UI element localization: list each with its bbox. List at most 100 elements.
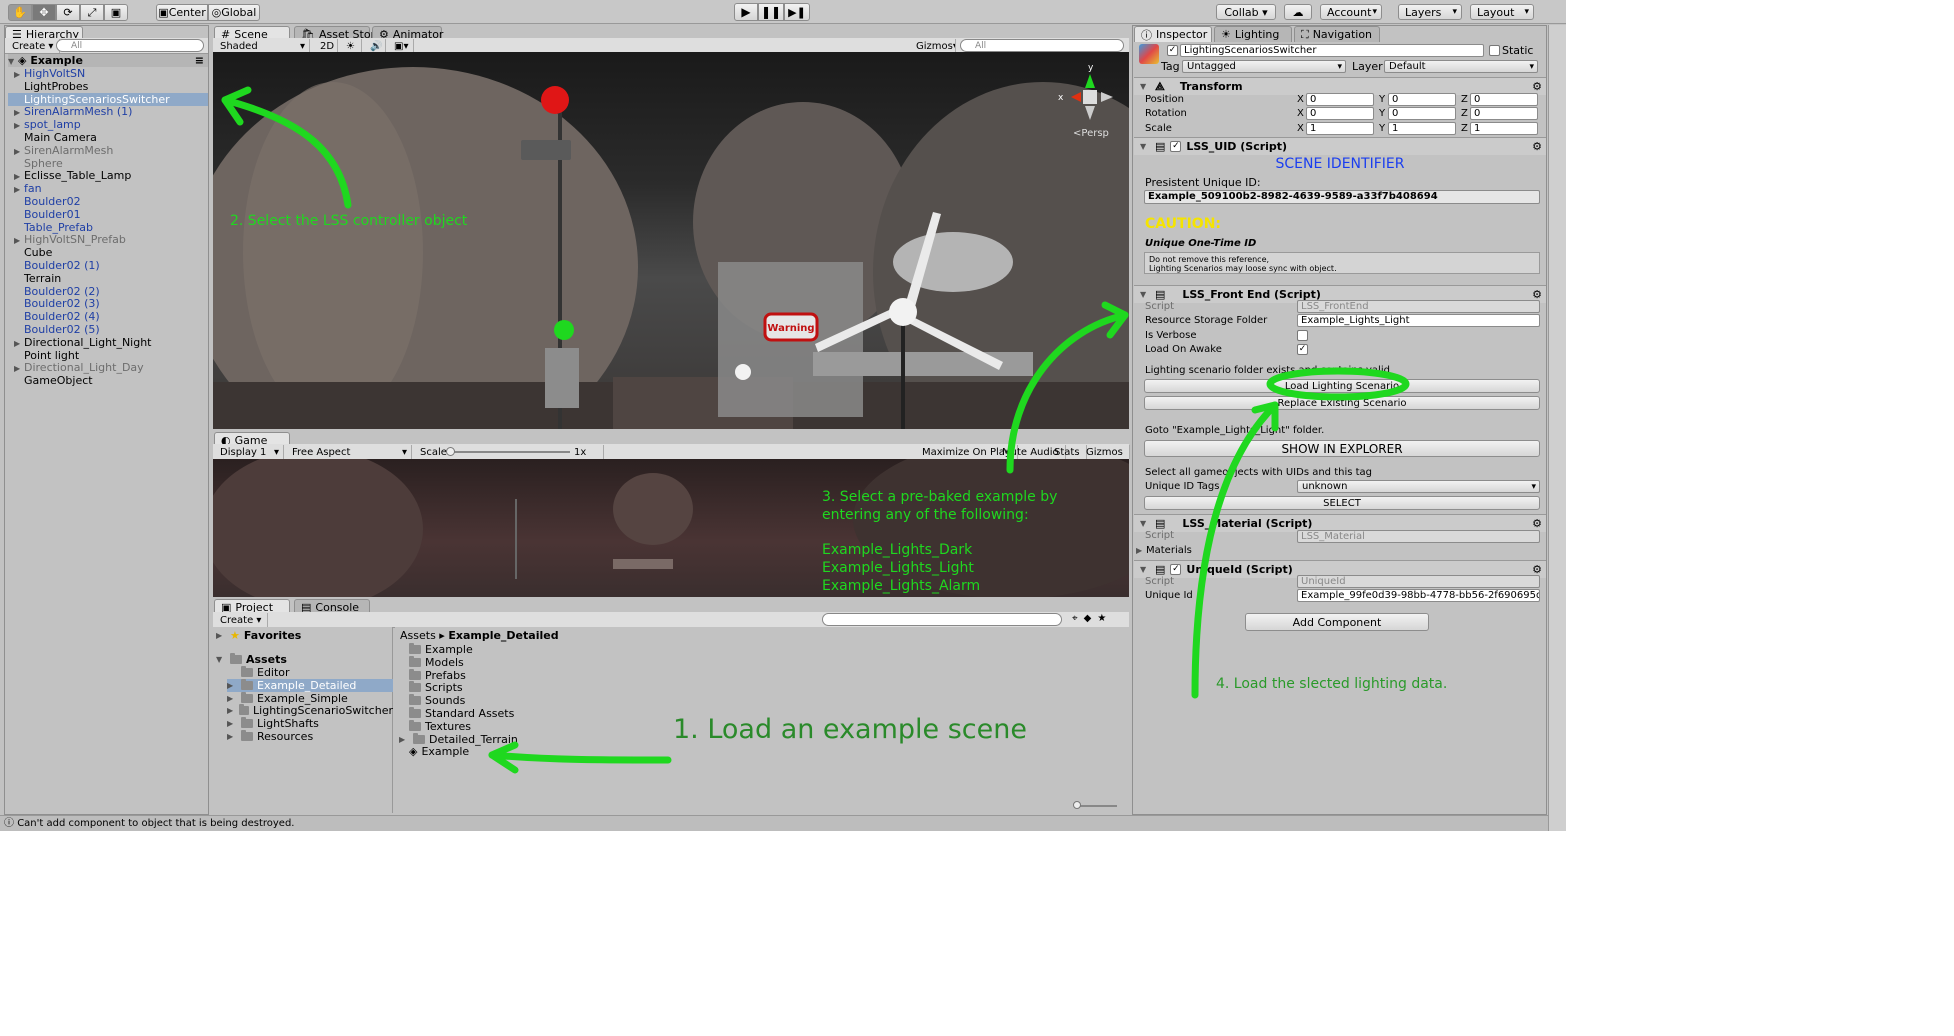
hierarchy-item[interactable]: ▶ fan	[8, 182, 208, 195]
object-name-field[interactable]: LightingScenariosSwitcher	[1180, 44, 1484, 57]
gear-icon[interactable]: ⚙	[1532, 80, 1542, 93]
scene-viewport[interactable]: Warning y x <Persp	[213, 52, 1129, 429]
project-folder[interactable]: Scripts	[409, 681, 463, 694]
cloud-button[interactable]: ☁	[1284, 4, 1312, 20]
project-tree-folder[interactable]: ▶ LightShafts	[227, 717, 393, 730]
project-tree-folder[interactable]: ▶ Example_Simple	[227, 691, 393, 705]
hierarchy-item[interactable]: Boulder01	[8, 208, 208, 221]
project-search-input[interactable]	[822, 613, 1062, 626]
hierarchy-item[interactable]: Boulder02 (2)	[8, 285, 208, 298]
tab-lighting[interactable]: ☀ Lighting	[1214, 26, 1292, 42]
lss-uid-header[interactable]: ▼ ▤ ✓ LSS_UID (Script) ⚙	[1134, 137, 1546, 155]
scale-tool-icon[interactable]: ⤢	[80, 4, 104, 21]
hierarchy-item[interactable]: ▶ HighVoltSN	[8, 67, 208, 80]
play-button[interactable]: ▶	[734, 3, 758, 21]
hierarchy-item[interactable]: GameObject	[8, 374, 208, 387]
breadcrumb-root[interactable]: Assets	[400, 629, 436, 642]
hierarchy-item[interactable]: Boulder02 (5)	[8, 323, 208, 336]
transform-z-field[interactable]: 1	[1470, 121, 1538, 135]
project-folder[interactable]: Prefabs	[409, 668, 466, 682]
tab-inspector[interactable]: ⓘ Inspector	[1134, 26, 1212, 42]
icon-size-slider[interactable]	[1073, 801, 1117, 809]
project-tree-folder[interactable]: ▶ Resources	[227, 730, 393, 743]
transform-x-field[interactable]: 1	[1306, 121, 1374, 135]
aspect-dropdown[interactable]: Free Aspect ▾	[286, 445, 412, 459]
expand-arrow-icon[interactable]: ▶	[227, 717, 237, 730]
tag-dropdown[interactable]: Untagged	[1182, 60, 1346, 73]
load-on-awake-checkbox[interactable]: ✓	[1297, 344, 1308, 355]
audio-toggle-icon[interactable]: 🔊	[364, 39, 386, 53]
show-in-explorer-button[interactable]: SHOW IN EXPLORER	[1144, 440, 1540, 457]
add-component-button[interactable]: Add Component	[1245, 613, 1429, 631]
project-folder[interactable]: Standard Assets	[409, 707, 514, 720]
rotate-tool-icon[interactable]: ⟳	[56, 4, 80, 21]
hierarchy-create-dropdown[interactable]: Create ▾	[6, 39, 61, 53]
select-button[interactable]: SELECT	[1144, 496, 1540, 510]
expand-arrow-icon[interactable]: ▶	[227, 730, 237, 743]
hierarchy-item[interactable]: ▶ Directional_Light_Night	[8, 336, 208, 349]
assets-row[interactable]: ▼ Assets	[216, 653, 287, 666]
effects-toggle-icon[interactable]: ▣▾	[388, 39, 414, 53]
collab-button[interactable]: Collab ▾	[1216, 4, 1276, 20]
tab-navigation[interactable]: ⛶ Navigation	[1294, 26, 1380, 42]
favorites-row[interactable]: ▶ ★ Favorites	[216, 629, 301, 642]
hierarchy-item[interactable]: LightingScenariosSwitcher	[8, 92, 208, 106]
materials-foldout[interactable]: ▶ Materials	[1136, 543, 1192, 558]
hierarchy-item[interactable]: Table_Prefab	[8, 221, 208, 234]
breadcrumb-leaf[interactable]: Example_Detailed	[448, 629, 558, 642]
game-gizmos-toggle[interactable]: Gizmos	[1080, 445, 1130, 459]
hierarchy-item[interactable]: Boulder02 (3)	[8, 297, 208, 310]
transform-z-field[interactable]: 0	[1470, 107, 1538, 121]
project-folder[interactable]: Textures	[409, 719, 471, 733]
hierarchy-item[interactable]: ▶ SirenAlarmMesh	[8, 144, 208, 157]
project-filter-icons[interactable]: ⌖◆★	[1072, 613, 1112, 624]
load-lighting-scenario-button[interactable]: Load Lighting Scenario	[1144, 379, 1540, 393]
gear-icon[interactable]: ⚙	[1532, 140, 1542, 153]
transform-y-field[interactable]: 1	[1388, 121, 1456, 135]
project-folder[interactable]: Example	[409, 643, 473, 656]
project-tree-folder[interactable]: Editor	[227, 666, 393, 679]
scale-slider[interactable]: Scale 1x	[414, 445, 604, 459]
transform-x-field[interactable]: 0	[1306, 93, 1374, 106]
account-dropdown[interactable]: Account ▾	[1320, 4, 1382, 20]
scene-file[interactable]: ◈ Example	[409, 745, 469, 758]
status-message[interactable]: Can't add component to object that is be…	[17, 818, 294, 829]
unique-id-tags-dropdown[interactable]: unknown	[1297, 480, 1540, 493]
expand-arrow-icon[interactable]: ▶	[227, 679, 237, 692]
expand-arrow-icon[interactable]: ▶	[227, 692, 237, 705]
scene-search-input[interactable]: All	[960, 39, 1124, 52]
hierarchy-item[interactable]: ▶ Eclisse_Table_Lamp	[8, 169, 208, 182]
hierarchy-search-input[interactable]: All	[56, 39, 204, 52]
unique-id-field[interactable]: Example_99fe0d39-98bb-4778-bb56-2f690695…	[1297, 589, 1540, 602]
gizmos-dropdown[interactable]: Gizmos▾	[910, 39, 956, 53]
project-folder[interactable]: ▶ Detailed_Terrain	[399, 732, 518, 746]
project-folder[interactable]: Models	[409, 655, 464, 669]
hierarchy-scene-row[interactable]: ▼ ◈ Example ≡	[8, 54, 208, 67]
transform-x-field[interactable]: 0	[1306, 107, 1374, 121]
hierarchy-item[interactable]: ▶ spot_lamp	[8, 118, 208, 131]
active-checkbox[interactable]: ✓	[1167, 45, 1178, 56]
layers-dropdown[interactable]: Layers ▾	[1398, 4, 1462, 20]
replace-scenario-button[interactable]: Replace Existing Scenario	[1144, 396, 1540, 410]
transform-z-field[interactable]: 0	[1470, 93, 1538, 106]
project-create-dropdown[interactable]: Create ▾	[214, 613, 269, 627]
project-tree-folder[interactable]: ▶ Example_Detailed	[227, 678, 393, 692]
hierarchy-item[interactable]: Cube	[8, 246, 208, 259]
rect-tool-icon[interactable]: ▣	[104, 4, 128, 21]
shading-mode-dropdown[interactable]: Shaded ▾	[214, 39, 310, 53]
pause-button[interactable]: ❚❚	[758, 3, 784, 21]
lss-uid-enabled-checkbox[interactable]: ✓	[1170, 141, 1182, 152]
hierarchy-item[interactable]: ▶ SirenAlarmMesh (1)	[8, 105, 208, 118]
storage-folder-field[interactable]: Example_Lights_Light	[1297, 314, 1540, 327]
hierarchy-item[interactable]: Sphere	[8, 157, 208, 170]
layer-dropdown[interactable]: Default	[1384, 60, 1538, 73]
display-dropdown[interactable]: Display 1 ▾	[214, 445, 284, 459]
project-tree-folder[interactable]: ▶ LightingScenarioSwitcher	[227, 704, 393, 717]
move-tool-icon[interactable]: ✥	[32, 4, 56, 21]
expand-arrow-icon[interactable]: ▶	[227, 704, 235, 717]
layout-dropdown[interactable]: Layout ▾	[1470, 4, 1534, 20]
pivot-center-button[interactable]: ▣ Center	[156, 4, 208, 21]
hierarchy-item[interactable]: Boulder02	[8, 195, 208, 208]
expand-arrow-icon[interactable]: ▶	[399, 733, 409, 746]
transform-y-field[interactable]: 0	[1388, 107, 1456, 121]
